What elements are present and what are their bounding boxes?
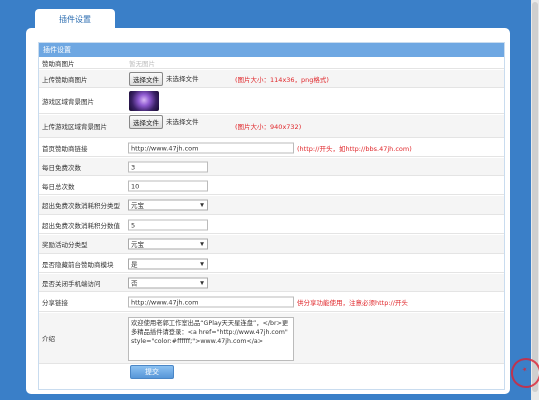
submit-button[interactable]: 提交 — [130, 365, 174, 379]
dropdown-arrow-icon: ▼ — [200, 241, 204, 248]
reward-type-label: 奖励活动分类型 — [42, 241, 88, 249]
scrollbar-thumb[interactable] — [532, 2, 538, 392]
close-mobile-select[interactable]: 否 ▼ — [128, 277, 208, 288]
row-sponsor-image: 赞助商图片 暂无图片 — [39, 57, 504, 69]
daily-total-label: 每日总次数 — [42, 182, 75, 191]
row-close-mobile: 是否关闭手机端访问 否 ▼ — [39, 274, 504, 292]
panel-title: 插件设置 — [39, 43, 504, 57]
homepage-link-input[interactable]: http://www.47jh.com — [128, 142, 294, 153]
row-hide-sponsor: 是否隐藏前台赞助商模块 是 ▼ — [39, 255, 504, 273]
intro-label: 介绍 — [42, 335, 55, 343]
exceed-value-input[interactable]: 5 — [128, 219, 208, 230]
upload-game-bg-hint: (图片大小：940x732) — [235, 123, 302, 131]
file-status: 未选择文件 — [166, 118, 199, 126]
homepage-link-label: 首页赞助商链接 — [42, 144, 88, 153]
exceed-type-select[interactable]: 元宝 ▼ — [128, 199, 208, 211]
upload-game-bg-control: 选择文件 未选择文件 — [129, 115, 199, 129]
row-exceed-value: 超出免费次数消耗积分数值 5 — [39, 216, 504, 234]
share-link-hint: 供分享功能使用，注意必须http://开头 — [297, 299, 408, 307]
exceed-type-label: 超出免费次数消耗积分类型 — [42, 202, 120, 210]
row-daily-free: 每日免费次数 3 — [39, 158, 504, 176]
exceed-type-value: 元宝 — [131, 201, 144, 210]
intro-textarea[interactable]: 欢迎使用老郭工作室出品“GPlay天天星连盘”，</br>更多精品插件请登录：<… — [128, 317, 294, 361]
share-link-label: 分享链接 — [42, 299, 68, 307]
choose-file-button[interactable]: 选择文件 — [129, 115, 163, 129]
close-mobile-label: 是否关闭手机端访问 — [42, 279, 101, 288]
sponsor-image-placeholder: 暂无图片 — [129, 59, 155, 68]
hide-sponsor-label: 是否隐藏前台赞助商模块 — [42, 260, 114, 269]
dropdown-arrow-icon: ▼ — [200, 202, 204, 209]
sponsor-image-label: 赞助商图片 — [42, 59, 75, 68]
share-link-input[interactable]: http://www.47jh.com — [128, 296, 294, 308]
row-daily-total: 每日总次数 10 — [39, 177, 504, 195]
hide-sponsor-value: 是 — [131, 260, 138, 268]
choose-file-button[interactable]: 选择文件 — [129, 71, 163, 86]
dropdown-arrow-icon: ▼ — [200, 280, 204, 286]
row-intro: 介绍 欢迎使用老郭工作室出品“GPlay天天星连盘”，</br>更多精品插件请登… — [39, 313, 504, 364]
upload-sponsor-label: 上传赞助商图片 — [42, 75, 88, 84]
row-homepage-link: 首页赞助商链接 http://www.47jh.com (http://开头，如… — [39, 139, 504, 157]
daily-free-input[interactable]: 3 — [128, 161, 208, 172]
reward-type-value: 元宝 — [131, 240, 144, 249]
row-reward-type: 奖励活动分类型 元宝 ▼ — [39, 235, 504, 254]
row-upload-game-bg: 上传游戏区域背景图片 选择文件 未选择文件 (图片大小：940x732) — [39, 115, 504, 138]
reward-type-select[interactable]: 元宝 ▼ — [128, 238, 208, 250]
hide-sponsor-select[interactable]: 是 ▼ — [128, 258, 208, 269]
exceed-value-label: 超出免费次数消耗积分数值 — [42, 221, 120, 230]
upload-sponsor-control: 选择文件 未选择文件 — [129, 71, 199, 86]
row-game-bg: 游戏区域背景图片 — [39, 89, 504, 114]
game-bg-thumbnail — [129, 91, 159, 111]
row-share-link: 分享链接 http://www.47jh.com 供分享功能使用，注意必须htt… — [39, 293, 504, 312]
game-bg-label: 游戏区域背景图片 — [42, 98, 94, 106]
upload-game-bg-label: 上传游戏区域背景图片 — [42, 123, 107, 131]
row-exceed-type: 超出免费次数消耗积分类型 元宝 ▼ — [39, 196, 504, 215]
file-status: 未选择文件 — [166, 74, 199, 83]
dropdown-arrow-icon: ▼ — [200, 261, 204, 267]
homepage-link-hint: (http://开头，如http://bbs.47jh.com) — [297, 144, 412, 153]
settings-panel: 插件设置 赞助商图片 暂无图片 上传赞助商图片 选择文件 未选择文件 (图片大小：… — [38, 42, 505, 390]
daily-free-label: 每日免费次数 — [42, 163, 81, 172]
upload-sponsor-hint: (图片大小：114x36，png格式) — [235, 75, 329, 84]
daily-total-input[interactable]: 10 — [128, 180, 208, 191]
row-upload-sponsor: 上传赞助商图片 选择文件 未选择文件 (图片大小：114x36，png格式) — [39, 70, 504, 88]
close-mobile-value: 否 — [131, 279, 138, 287]
